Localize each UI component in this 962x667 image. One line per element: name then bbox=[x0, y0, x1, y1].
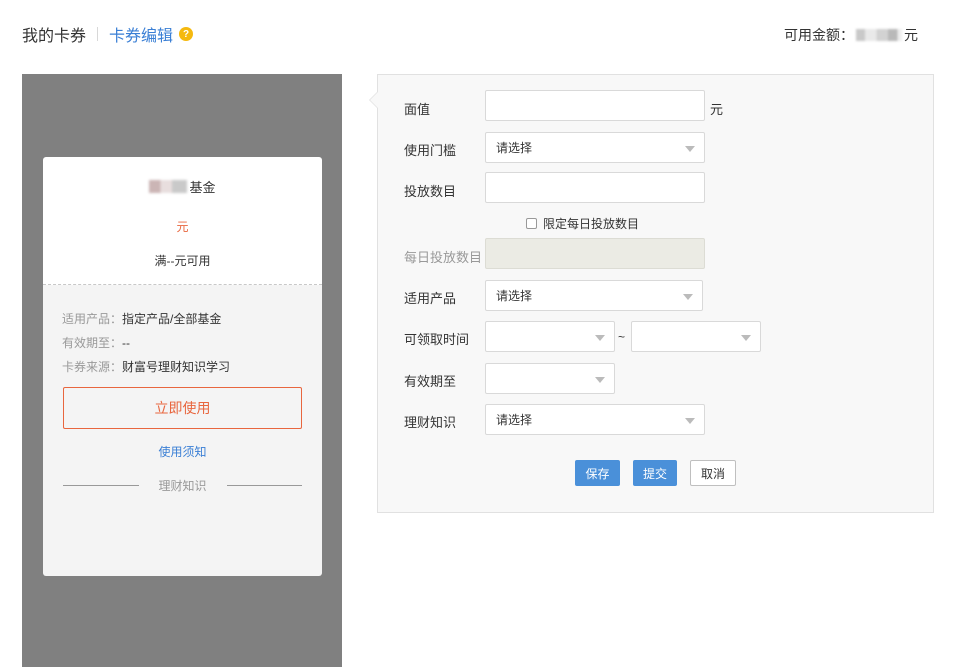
claim-time-label: 可领取时间 bbox=[404, 332, 470, 347]
coupon-product-line: 适用产品：指定产品/全部基金 bbox=[62, 310, 221, 327]
product-select-value: 请选择 bbox=[496, 289, 533, 303]
cancel-button[interactable]: 取消 bbox=[690, 460, 736, 486]
coupon-name-redacted bbox=[149, 180, 188, 193]
coupon-name: 基金 bbox=[43, 177, 322, 196]
knowledge-divider: 理财知识 bbox=[63, 477, 303, 494]
coupon-card-top: 基金 元 满--元可用 bbox=[43, 157, 322, 285]
face-value-unit: 元 bbox=[710, 102, 724, 117]
claim-time-start-select[interactable] bbox=[485, 321, 615, 352]
coupon-product-label: 适用产品： bbox=[62, 312, 123, 326]
product-select[interactable]: 请选择 bbox=[485, 280, 703, 311]
coupon-source-line: 卡券来源：财富号理财知识学习 bbox=[62, 358, 230, 375]
claim-time-end-select[interactable] bbox=[631, 321, 761, 352]
chevron-down-icon bbox=[685, 146, 695, 152]
coupon-expire-line: 有效期至：-- bbox=[62, 334, 130, 351]
chevron-down-icon bbox=[595, 335, 605, 341]
save-button[interactable]: 保存 bbox=[575, 460, 620, 486]
chevron-down-icon bbox=[685, 418, 695, 424]
balance-amount-redacted bbox=[856, 29, 902, 41]
expire-label: 有效期至 bbox=[404, 374, 457, 389]
coupon-source-label: 卡券来源： bbox=[62, 360, 123, 374]
divider-text: 理财知识 bbox=[158, 479, 207, 493]
claim-time-separator: ~ bbox=[618, 330, 626, 344]
daily-limit-checkbox[interactable] bbox=[526, 218, 537, 229]
knowledge-label: 理财知识 bbox=[404, 415, 457, 430]
coupon-value: 元 bbox=[176, 220, 189, 234]
daily-limit-checkbox-label[interactable]: 限定每日投放数目 bbox=[543, 215, 639, 232]
coupon-product-value: 指定产品/全部基金 bbox=[122, 312, 222, 326]
face-value-label: 面值 bbox=[404, 102, 431, 117]
quantity-input[interactable] bbox=[485, 172, 705, 203]
threshold-select-value: 请选择 bbox=[496, 141, 533, 155]
balance-label: 可用金额： bbox=[784, 27, 854, 43]
daily-limit-checkbox-row[interactable]: 限定每日投放数目 bbox=[526, 215, 639, 232]
submit-button[interactable]: 提交 bbox=[633, 460, 677, 486]
chevron-down-icon bbox=[741, 335, 751, 341]
chevron-down-icon bbox=[683, 294, 693, 300]
threshold-label: 使用门槛 bbox=[404, 143, 457, 158]
header-separator bbox=[97, 27, 99, 41]
panel-arrow-inner bbox=[370, 92, 378, 108]
coupon-edit-form: 面值 元 使用门槛 请选择 投放数目 限定每日投放数目 每日投放数目 适用产品 … bbox=[377, 74, 934, 513]
expire-date-select[interactable] bbox=[485, 363, 615, 394]
knowledge-select-value: 请选择 bbox=[496, 413, 533, 427]
help-icon[interactable]: ? bbox=[179, 27, 194, 41]
face-value-input[interactable] bbox=[485, 90, 705, 121]
threshold-select[interactable]: 请选择 bbox=[485, 132, 705, 163]
coupon-preview-panel: 基金 元 满--元可用 适用产品：指定产品/全部基金 有效期至：-- 卡券来源：… bbox=[22, 74, 342, 667]
coupon-expire-label: 有效期至： bbox=[62, 336, 123, 350]
coupon-expire-value: -- bbox=[122, 336, 131, 350]
balance-unit: 元 bbox=[904, 27, 918, 43]
daily-quantity-input[interactable] bbox=[485, 238, 705, 269]
coupon-edit-link[interactable]: 卡券编辑 bbox=[109, 22, 173, 46]
use-now-button[interactable]: 立即使用 bbox=[63, 387, 302, 429]
divider-line-right bbox=[226, 485, 303, 486]
page-header: 我的卡券 卡券编辑 ? 可用金额： 元 bbox=[22, 22, 942, 46]
page-title: 我的卡券 bbox=[22, 28, 87, 45]
coupon-card-bottom: 适用产品：指定产品/全部基金 有效期至：-- 卡券来源：财富号理财知识学习 立即… bbox=[43, 285, 322, 576]
usage-notice-link[interactable]: 使用须知 bbox=[43, 443, 322, 460]
divider-line-left bbox=[63, 485, 139, 486]
available-balance: 可用金额： 元 bbox=[784, 25, 918, 45]
quantity-label: 投放数目 bbox=[404, 184, 457, 199]
coupon-condition: 满--元可用 bbox=[154, 254, 211, 268]
daily-quantity-label: 每日投放数目 bbox=[404, 250, 483, 265]
coupon-name-suffix: 基金 bbox=[189, 180, 216, 195]
knowledge-select[interactable]: 请选择 bbox=[485, 404, 705, 435]
product-label: 适用产品 bbox=[404, 291, 457, 306]
chevron-down-icon bbox=[595, 377, 605, 383]
coupon-source-value: 财富号理财知识学习 bbox=[122, 360, 231, 374]
